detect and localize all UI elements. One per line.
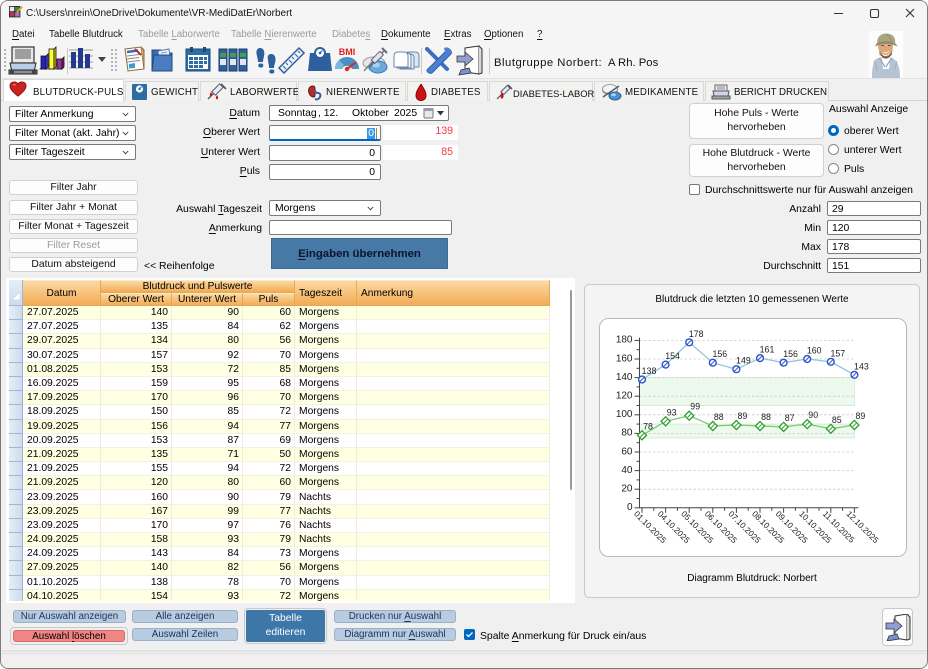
svg-text:180: 180 [616, 335, 633, 346]
svg-text:161: 161 [760, 345, 775, 355]
svg-text:138: 138 [642, 366, 657, 376]
svg-text:156: 156 [712, 349, 727, 359]
svg-text:149: 149 [736, 356, 751, 366]
svg-text:120: 120 [616, 391, 633, 402]
svg-text:60: 60 [621, 446, 633, 457]
svg-text:BMI: BMI [339, 47, 356, 57]
svg-text:90: 90 [808, 410, 818, 420]
svg-text:178: 178 [689, 329, 704, 339]
svg-text:Diagramm Blutdruck: Norbert: Diagramm Blutdruck: Norbert [687, 573, 817, 584]
svg-text:85: 85 [832, 415, 842, 425]
svg-text:87: 87 [785, 413, 795, 423]
svg-text:40: 40 [621, 465, 633, 476]
svg-text:160: 160 [616, 353, 633, 364]
svg-text:99: 99 [690, 402, 700, 412]
svg-text:88: 88 [761, 412, 771, 422]
svg-text:140: 140 [616, 372, 633, 383]
svg-text:143: 143 [854, 361, 869, 371]
svg-text:89: 89 [738, 411, 748, 421]
svg-text:0: 0 [627, 502, 633, 513]
svg-text:78: 78 [643, 421, 653, 431]
svg-text:154: 154 [665, 351, 680, 361]
svg-text:80: 80 [621, 428, 633, 439]
svg-text:156: 156 [783, 349, 798, 359]
svg-text:93: 93 [667, 407, 677, 417]
svg-text:88: 88 [714, 412, 724, 422]
svg-text:100: 100 [616, 409, 633, 420]
svg-text:157: 157 [830, 348, 845, 358]
svg-text:Blutdruck die letzten 10 gemes: Blutdruck die letzten 10 gemessenen Wert… [655, 294, 849, 305]
svg-text:20: 20 [621, 484, 633, 495]
svg-text:89: 89 [856, 411, 866, 421]
svg-text:160: 160 [807, 346, 822, 356]
